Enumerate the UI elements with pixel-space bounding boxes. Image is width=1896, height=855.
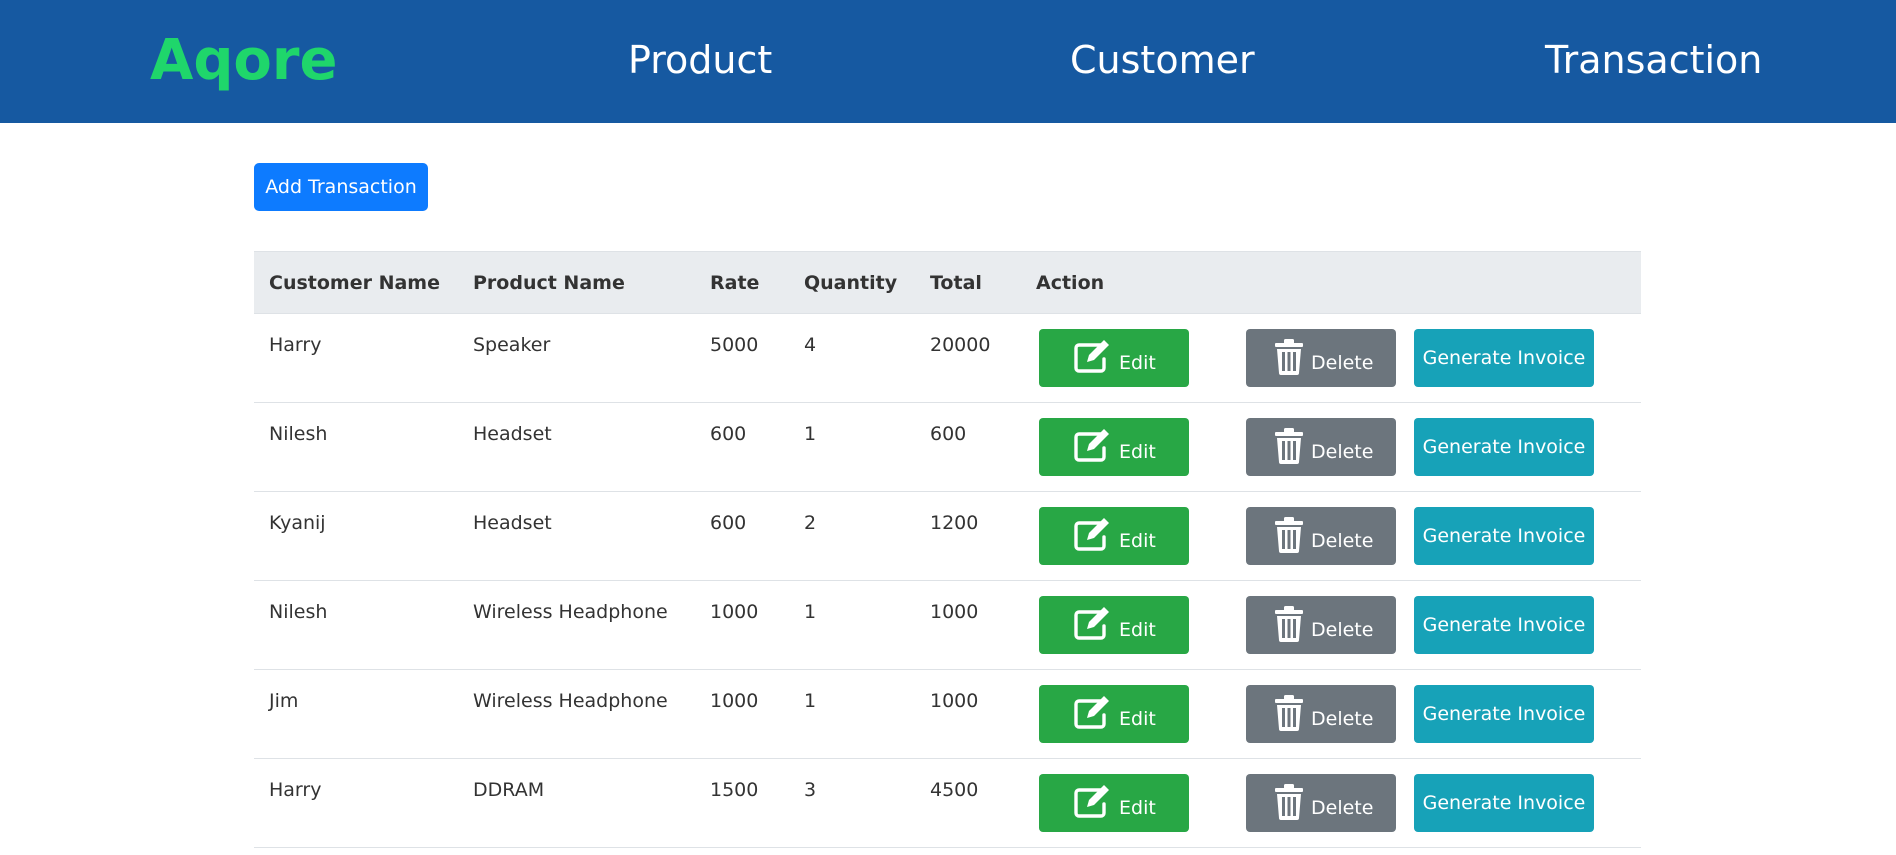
edit-label: Edit (1119, 708, 1156, 730)
delete-label: Delete (1311, 441, 1374, 463)
actions-cell: Edit Delete Generate Invoice (1021, 491, 1641, 581)
total-cell: 1000 (915, 669, 1021, 759)
delete-button[interactable]: Delete (1246, 774, 1396, 832)
generate-invoice-button[interactable]: Generate Invoice (1414, 685, 1594, 743)
edit-icon (1073, 783, 1113, 819)
trash-icon (1274, 606, 1304, 642)
edit-label: Edit (1119, 530, 1156, 552)
trash-icon (1274, 784, 1304, 820)
edit-button[interactable]: Edit (1039, 774, 1189, 832)
edit-button[interactable]: Edit (1039, 685, 1189, 743)
column-header-action: Action (1021, 251, 1641, 314)
product-name-cell: Headset (458, 491, 695, 581)
column-header-quantity: Quantity (789, 251, 915, 314)
rate-cell: 1000 (695, 580, 789, 670)
actions-cell: Edit Delete Generate Invoice (1021, 580, 1641, 670)
table-row: Kyanij Headset 600 2 1200 Edit Delete Ge… (254, 491, 1641, 581)
actions-cell: Edit Delete Generate Invoice (1021, 758, 1641, 848)
add-transaction-button[interactable]: Add Transaction (254, 163, 428, 211)
product-name-cell: Headset (458, 402, 695, 492)
customer-name-cell: Harry (254, 313, 458, 403)
total-cell: 1000 (915, 580, 1021, 670)
customer-name-cell: Harry (254, 758, 458, 848)
edit-button[interactable]: Edit (1039, 418, 1189, 476)
delete-button[interactable]: Delete (1246, 418, 1396, 476)
customer-name-cell: Kyanij (254, 491, 458, 581)
delete-button[interactable]: Delete (1246, 685, 1396, 743)
generate-invoice-button[interactable]: Generate Invoice (1414, 774, 1594, 832)
quantity-cell: 2 (789, 491, 915, 581)
customer-name-cell: Nilesh (254, 580, 458, 670)
edit-label: Edit (1119, 797, 1156, 819)
nav-link-transaction[interactable]: Transaction (1545, 34, 1762, 86)
quantity-cell: 1 (789, 669, 915, 759)
edit-button[interactable]: Edit (1039, 507, 1189, 565)
edit-icon (1073, 427, 1113, 463)
generate-invoice-button[interactable]: Generate Invoice (1414, 596, 1594, 654)
column-header-rate: Rate (695, 251, 789, 314)
total-cell: 20000 (915, 313, 1021, 403)
trash-icon (1274, 517, 1304, 553)
navbar: Aqore Product Customer Transaction (0, 0, 1896, 123)
table-row: Harry Speaker 5000 4 20000 Edit Delete G… (254, 313, 1641, 403)
edit-label: Edit (1119, 441, 1156, 463)
transactions-table: Customer Name Product Name Rate Quantity… (254, 251, 1641, 848)
table-header: Customer Name Product Name Rate Quantity… (254, 251, 1641, 314)
table-row: Harry DDRAM 1500 3 4500 Edit Delete Gene… (254, 758, 1641, 848)
total-cell: 4500 (915, 758, 1021, 848)
product-name-cell: Wireless Headphone (458, 580, 695, 670)
edit-label: Edit (1119, 352, 1156, 374)
delete-label: Delete (1311, 619, 1374, 641)
total-cell: 1200 (915, 491, 1021, 581)
rate-cell: 5000 (695, 313, 789, 403)
column-header-total: Total (915, 251, 1021, 314)
rate-cell: 600 (695, 402, 789, 492)
table-body: Harry Speaker 5000 4 20000 Edit Delete G… (254, 313, 1641, 848)
table-row: Nilesh Wireless Headphone 1000 1 1000 Ed… (254, 580, 1641, 670)
table-row: Jim Wireless Headphone 1000 1 1000 Edit (254, 669, 1641, 759)
quantity-cell: 1 (789, 402, 915, 492)
trash-icon (1274, 339, 1304, 375)
customer-name-cell: Nilesh (254, 402, 458, 492)
nav-link-customer[interactable]: Customer (1070, 34, 1255, 86)
delete-label: Delete (1311, 708, 1374, 730)
product-name-cell: DDRAM (458, 758, 695, 848)
product-name-cell: Speaker (458, 313, 695, 403)
delete-button[interactable]: Delete (1246, 596, 1396, 654)
edit-icon (1073, 516, 1113, 552)
total-cell: 600 (915, 402, 1021, 492)
quantity-cell: 3 (789, 758, 915, 848)
edit-icon (1073, 605, 1113, 641)
generate-invoice-button[interactable]: Generate Invoice (1414, 329, 1594, 387)
trash-icon (1274, 428, 1304, 464)
delete-button[interactable]: Delete (1246, 507, 1396, 565)
delete-button[interactable]: Delete (1246, 329, 1396, 387)
edit-button[interactable]: Edit (1039, 329, 1189, 387)
edit-icon (1073, 694, 1113, 730)
brand-logo[interactable]: Aqore (150, 26, 338, 96)
column-header-product-name: Product Name (458, 251, 695, 314)
delete-label: Delete (1311, 797, 1374, 819)
edit-icon (1073, 338, 1113, 374)
edit-button[interactable]: Edit (1039, 596, 1189, 654)
quantity-cell: 1 (789, 580, 915, 670)
product-name-cell: Wireless Headphone (458, 669, 695, 759)
edit-label: Edit (1119, 619, 1156, 641)
table-row: Nilesh Headset 600 1 600 Edit Delete Gen… (254, 402, 1641, 492)
generate-invoice-button[interactable]: Generate Invoice (1414, 507, 1594, 565)
actions-cell: Edit Delete Generate Invoice (1021, 402, 1641, 492)
rate-cell: 1000 (695, 669, 789, 759)
rate-cell: 600 (695, 491, 789, 581)
delete-label: Delete (1311, 352, 1374, 374)
rate-cell: 1500 (695, 758, 789, 848)
trash-icon (1274, 695, 1304, 731)
nav-link-product[interactable]: Product (628, 34, 772, 86)
actions-cell: Edit Delete Generate Invoice (1021, 669, 1641, 759)
actions-cell: Edit Delete Generate Invoice (1021, 313, 1641, 403)
delete-label: Delete (1311, 530, 1374, 552)
column-header-customer-name: Customer Name (254, 251, 458, 314)
generate-invoice-button[interactable]: Generate Invoice (1414, 418, 1594, 476)
quantity-cell: 4 (789, 313, 915, 403)
customer-name-cell: Jim (254, 669, 458, 759)
